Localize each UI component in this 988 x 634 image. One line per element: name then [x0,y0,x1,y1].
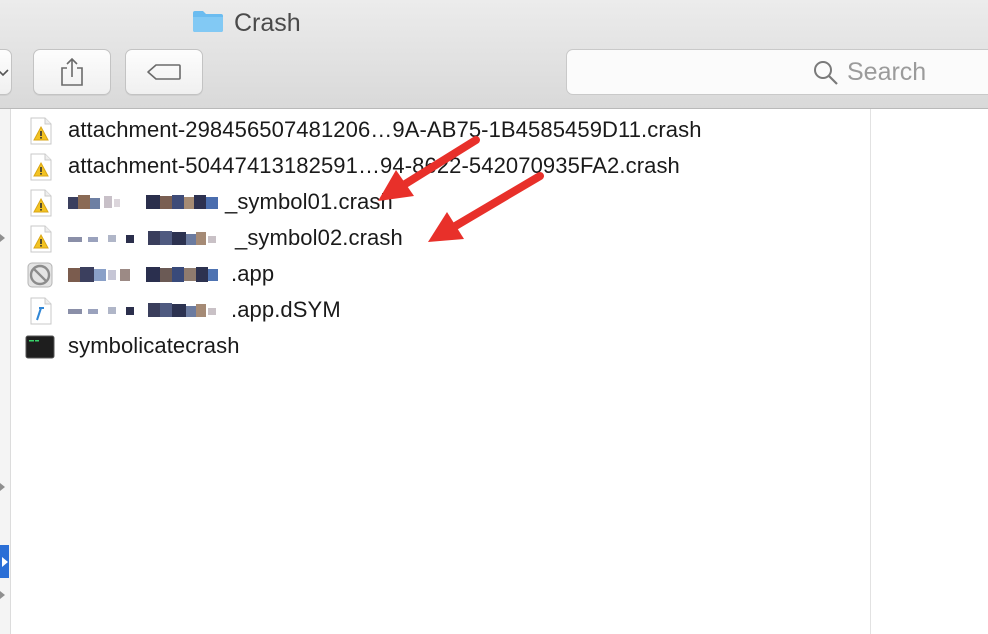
window-title-label: Crash [234,8,301,37]
file-name: .app.dSYM [231,297,341,322]
chevron-down-icon [0,69,9,77]
disclosure-triangle-icon[interactable] [0,234,5,242]
redacted-name-block [68,229,222,249]
sidebar[interactable] [0,109,11,634]
sidebar-selected-item[interactable] [0,545,9,578]
crash-report-warning-icon [30,189,52,217]
edit-tags-button[interactable] [125,49,203,95]
view-options-button[interactable] [0,49,12,95]
share-icon [61,57,83,86]
file-row[interactable]: .app [11,257,871,293]
file-row[interactable]: _symbol01.crash [11,185,871,221]
file-name: attachment-50447413182591…94-8622-542070… [68,153,680,178]
share-button[interactable] [33,49,111,95]
file-row[interactable]: attachment-50447413182591…94-8622-542070… [11,149,871,185]
terminal-executable-icon [25,335,55,359]
file-list: attachment-298456507481206…9A-AB75-1B458… [11,109,871,634]
file-name: _symbol02.crash [235,225,403,250]
file-name: _symbol01.crash [225,189,393,214]
search-field[interactable] [566,49,988,95]
window-title: Crash [192,7,301,39]
magnifier-icon [814,61,838,85]
dsym-file-icon [30,297,52,325]
crash-report-warning-icon [30,225,52,253]
file-row[interactable]: symbolicatecrash [11,329,871,365]
app-disabled-icon [27,262,53,288]
crash-report-warning-icon [30,117,52,145]
crash-report-warning-icon [30,153,52,181]
file-row[interactable]: .app.dSYM [11,293,871,329]
file-name: symbolicatecrash [68,333,240,358]
file-name: attachment-298456507481206…9A-AB75-1B458… [68,117,702,142]
finder-toolbar: Crash [0,0,988,109]
file-row[interactable]: _symbol02.crash [11,221,871,257]
redacted-name-block [68,193,222,213]
redacted-name-block [68,265,222,285]
disclosure-triangle-icon[interactable] [0,483,5,491]
redacted-name-block [68,301,222,321]
folder-icon [192,9,224,38]
tag-icon [147,64,181,80]
column-divider[interactable] [870,109,871,634]
file-row[interactable]: attachment-298456507481206…9A-AB75-1B458… [11,113,871,149]
file-name: .app [231,261,275,286]
search-input[interactable] [847,56,988,88]
disclosure-triangle-icon[interactable] [0,591,5,599]
